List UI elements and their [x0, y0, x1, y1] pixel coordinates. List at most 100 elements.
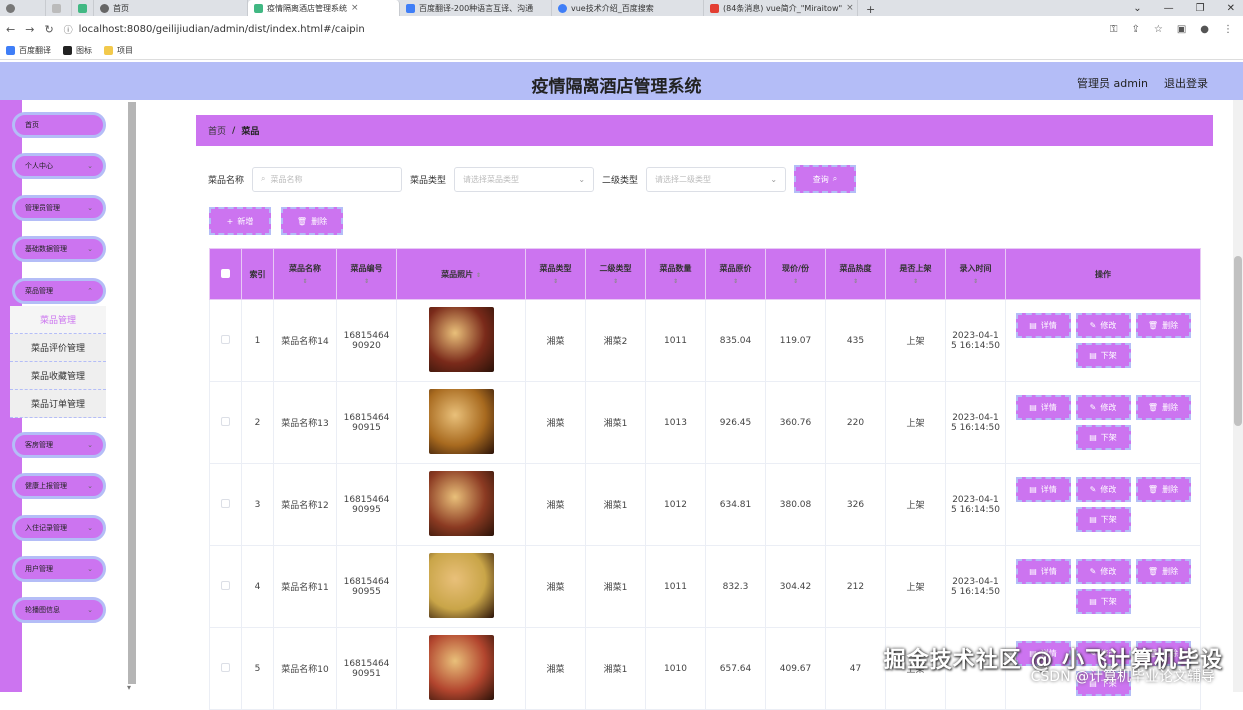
close-icon[interactable]: ×	[351, 3, 359, 13]
detail-button[interactable]: ▤ 详情	[1015, 477, 1071, 502]
col-type[interactable]: 菜品类型 ⇕	[525, 248, 586, 300]
sort-icon[interactable]: ⇕	[586, 278, 645, 285]
forward-icon[interactable]: →	[25, 23, 34, 36]
sidebar-item-users[interactable]: 用户管理 ⌄	[12, 556, 106, 582]
col-qty[interactable]: 菜品数量 ⇕	[645, 248, 706, 300]
delete-button[interactable]: 🗑 删除	[1135, 559, 1191, 584]
edit-button[interactable]: ✎ 修改	[1075, 395, 1131, 420]
delete-button[interactable]: 🗑 删除	[1135, 395, 1191, 420]
page-scrollbar-thumb[interactable]	[1234, 256, 1242, 426]
col-code[interactable]: 菜品编号 ⇕	[336, 248, 397, 300]
submenu-item-orders[interactable]: 菜品订单管理	[10, 390, 106, 418]
col-status[interactable]: 是否上架 ⇕	[885, 248, 946, 300]
col-time[interactable]: 录入时间 ⇕	[945, 248, 1006, 300]
delete-button[interactable]: 🗑 删除	[1135, 313, 1191, 338]
edit-button[interactable]: ✎ 修改	[1075, 559, 1131, 584]
col-subtype[interactable]: 二级类型 ⇕	[585, 248, 646, 300]
submenu-item-dishes[interactable]: 菜品管理	[10, 306, 106, 334]
sort-icon[interactable]: ⇕	[766, 278, 825, 285]
close-window-icon[interactable]: ✕	[1227, 3, 1235, 14]
detail-button[interactable]: ▤ 详情	[1015, 313, 1071, 338]
row-checkbox[interactable]	[221, 334, 230, 344]
url-box[interactable]: ⓘ localhost:8080/geilijiudian/admin/dist…	[64, 19, 1123, 39]
sort-icon[interactable]: ⇕	[526, 278, 585, 285]
info-icon[interactable]: ⓘ	[64, 23, 73, 36]
browser-tab[interactable]	[72, 0, 94, 16]
sidebar-item-carousel[interactable]: 轮播图信息 ⌄	[12, 597, 106, 623]
cell-orig: 832.3	[705, 545, 766, 628]
detail-button[interactable]: ▤ 详情	[1015, 395, 1071, 420]
chevron-down-icon[interactable]: ⌄	[1133, 3, 1141, 14]
batch-delete-button[interactable]: 🗑 删除	[281, 207, 343, 235]
sort-icon[interactable]: ⇕	[706, 278, 765, 285]
browser-tab[interactable]: 百度翻译-200种语言互译、沟通	[400, 0, 552, 16]
breadcrumb-home[interactable]: 首页	[208, 124, 226, 137]
name-search-input[interactable]: ⌕ 菜品名称	[252, 166, 403, 192]
sort-icon[interactable]: ⇕	[337, 278, 396, 285]
sidebar-icon[interactable]: ▣	[1177, 24, 1186, 35]
edit-button[interactable]: ✎ 修改	[1075, 477, 1131, 502]
close-icon[interactable]: ×	[846, 3, 854, 13]
col-price[interactable]: 现价/份 ⇕	[765, 248, 826, 300]
back-icon[interactable]: ←	[6, 23, 15, 36]
bookmark[interactable]: 百度翻译	[6, 45, 51, 56]
browser-tab[interactable]	[46, 0, 72, 16]
browser-tab[interactable]: (84条消息) vue简介_"Miraitow" ×	[704, 0, 858, 16]
sidebar-item-admin[interactable]: 管理员管理 ⌄	[12, 195, 106, 221]
sidebar-item-profile[interactable]: 个人中心 ⌄	[12, 153, 106, 179]
restore-icon[interactable]: ❐	[1196, 3, 1205, 14]
sidebar-item-dishes[interactable]: 菜品管理 ⌃	[12, 278, 106, 304]
key-icon[interactable]: ⚿	[1110, 24, 1118, 35]
star-icon[interactable]: ☆	[1154, 24, 1163, 35]
new-tab-button[interactable]: +	[858, 3, 883, 16]
type-select[interactable]: 请选择菜品类型 ⌄	[454, 166, 595, 192]
sort-icon[interactable]: ⇕	[646, 278, 705, 285]
sidebar-item-basedata[interactable]: 基础数据管理 ⌄	[12, 236, 106, 262]
reload-icon[interactable]: ↻	[44, 23, 53, 36]
edit-button[interactable]: ✎ 修改	[1075, 313, 1131, 338]
detail-button[interactable]: ▤ 详情	[1015, 559, 1071, 584]
col-photo[interactable]: 菜品照片 ⇕	[396, 248, 526, 300]
url-text[interactable]: localhost:8080/geilijiudian/admin/dist/i…	[79, 24, 365, 35]
sidebar-scrollbar[interactable]	[128, 102, 136, 684]
sort-icon[interactable]: ⇕	[826, 278, 885, 285]
submenu-item-favorites[interactable]: 菜品收藏管理	[10, 362, 106, 390]
share-icon[interactable]: ⇪	[1131, 24, 1139, 35]
off-shelf-button[interactable]: ▤ 下架	[1075, 589, 1131, 614]
delete-button[interactable]: 🗑 删除	[1135, 477, 1191, 502]
col-orig[interactable]: 菜品原价 ⇕	[705, 248, 766, 300]
sidebar-item-rooms[interactable]: 客房管理 ⌄	[12, 432, 106, 458]
sidebar-item-home[interactable]: 首页	[12, 112, 106, 138]
browser-tab[interactable]: 首页	[94, 0, 248, 16]
browser-tab[interactable]	[0, 0, 46, 16]
submenu-item-reviews[interactable]: 菜品评价管理	[10, 334, 106, 362]
col-name[interactable]: 菜品名称 ⇕	[273, 248, 337, 300]
row-checkbox[interactable]	[221, 580, 230, 590]
row-checkbox[interactable]	[221, 662, 230, 672]
query-button[interactable]: 查询 ⌕	[794, 165, 857, 193]
browser-tab[interactable]: vue技术介绍_百度搜索	[552, 0, 704, 16]
profile-icon[interactable]: ●	[1200, 24, 1209, 35]
sidebar-item-health[interactable]: 健康上报管理 ⌄	[12, 473, 106, 499]
off-shelf-button[interactable]: ▤ 下架	[1075, 343, 1131, 368]
browser-tab-active[interactable]: 疫情隔离酒店管理系统 ×	[248, 0, 400, 16]
row-checkbox[interactable]	[221, 498, 230, 508]
menu-icon[interactable]: ⋮	[1223, 24, 1233, 35]
add-button[interactable]: + 新增	[209, 207, 271, 235]
scroll-down-icon[interactable]: ▾	[127, 683, 131, 692]
select-all-checkbox[interactable]	[221, 268, 230, 278]
sidebar-item-checkin[interactable]: 入住记录管理 ⌄	[12, 515, 106, 541]
sort-icon[interactable]: ⇕	[274, 278, 336, 285]
sort-icon[interactable]: ⇕	[946, 278, 1005, 285]
row-checkbox[interactable]	[221, 416, 230, 426]
col-heat[interactable]: 菜品热度 ⇕	[825, 248, 886, 300]
off-shelf-button[interactable]: ▤ 下架	[1075, 507, 1131, 532]
logout-link[interactable]: 退出登录	[1164, 75, 1208, 91]
sort-icon[interactable]: ⇕	[476, 272, 481, 279]
bookmark[interactable]: 图标	[63, 45, 92, 56]
sort-icon[interactable]: ⇕	[886, 278, 945, 285]
bookmark[interactable]: 项目	[104, 45, 133, 56]
off-shelf-button[interactable]: ▤ 下架	[1075, 425, 1131, 450]
subtype-select[interactable]: 请选择二级类型 ⌄	[646, 166, 787, 192]
minimize-icon[interactable]: —	[1164, 3, 1174, 14]
